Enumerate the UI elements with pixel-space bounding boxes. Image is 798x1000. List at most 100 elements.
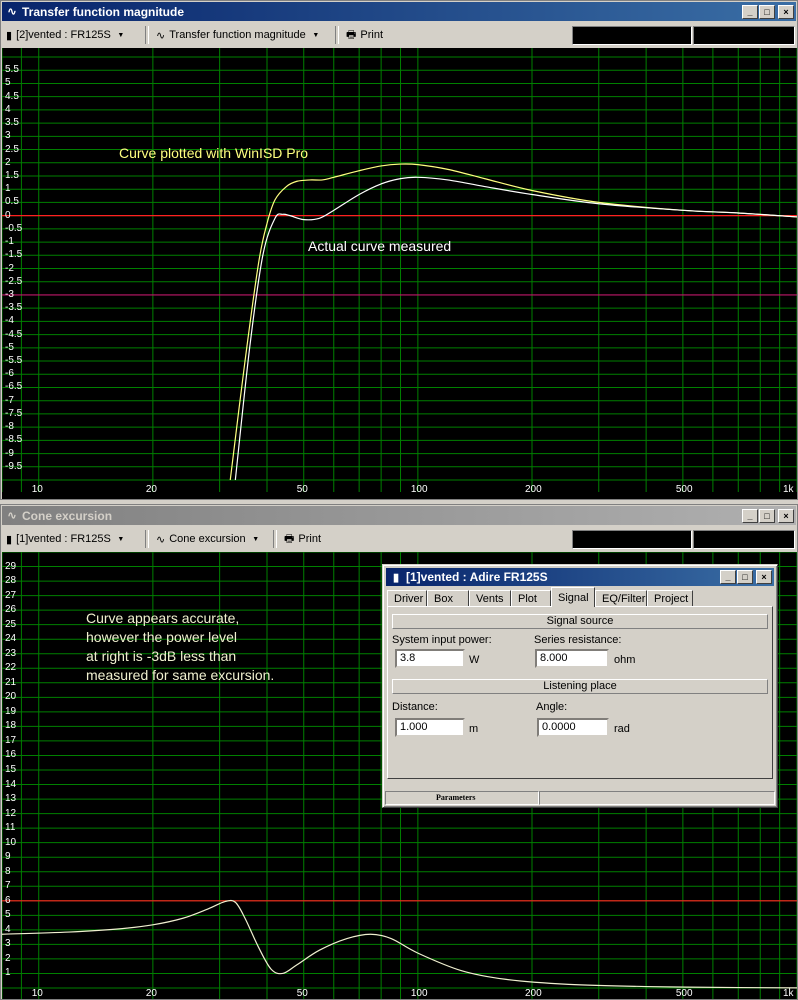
y-tick-label: 16 xyxy=(5,749,17,761)
angle-unit: rad xyxy=(614,723,630,735)
x-tick-label: 100 xyxy=(410,484,428,495)
y-tick-label: -1.5 xyxy=(5,249,23,261)
tab-vents[interactable]: Vents xyxy=(469,590,511,607)
minimize-button[interactable]: _ xyxy=(742,4,758,19)
y-tick-label: 18 xyxy=(5,720,17,732)
close-button[interactable]: × xyxy=(778,508,794,523)
tab-strip: Driver Box Vents Plot Signal EQ/Filter P… xyxy=(387,587,773,607)
y-tick-label: -4.5 xyxy=(5,328,23,340)
status-parameters: Parameters xyxy=(385,791,539,805)
y-tick-label: 19 xyxy=(5,705,17,717)
graph-toolbar: ▮ [1]vented : FR125S ▼ ∿ Cone excursion … xyxy=(2,527,796,551)
annotation-winisd: Curve plotted with WinISD Pro xyxy=(119,145,309,161)
x-tick-label: 1k xyxy=(783,484,794,495)
power-unit: W xyxy=(469,654,480,666)
x-tick-label: 50 xyxy=(296,988,308,999)
transfer-function-plot[interactable]: Curve plotted with WinISD Pro Actual cur… xyxy=(2,48,797,499)
maximize-button[interactable]: □ xyxy=(759,508,775,523)
x-tick-label: 500 xyxy=(675,484,693,495)
chevron-down-icon[interactable]: ▼ xyxy=(250,529,262,549)
tab-box[interactable]: Box xyxy=(427,590,469,607)
y-tick-label: 29 xyxy=(5,560,17,572)
y-tick-label: 5 xyxy=(5,909,11,921)
system-input-power-field[interactable]: 3.8 xyxy=(395,649,465,668)
y-tick-label: 0 xyxy=(5,209,11,221)
tab-project[interactable]: Project xyxy=(647,590,693,607)
y-tick-label: 5 xyxy=(5,77,11,89)
minimize-button[interactable]: _ xyxy=(742,508,758,523)
transfer-function-window[interactable]: ∿ Transfer function magnitude _ □ × ▮ [2… xyxy=(0,0,798,500)
y-tick-label: -5.5 xyxy=(5,355,23,367)
y-tick-label: -2 xyxy=(5,262,14,274)
y-tick-label: 5.5 xyxy=(5,64,19,76)
y-tick-label: 12 xyxy=(5,807,17,819)
series-resistance-label: Series resistance: xyxy=(534,634,622,646)
y-tick-label: -3.5 xyxy=(5,302,23,314)
y-tick-label: 9 xyxy=(5,851,11,863)
y-tick-label: -4 xyxy=(5,315,14,327)
parameters-dialog[interactable]: ▮ [1]vented : Adire FR125S _ □ × Driver … xyxy=(382,564,778,808)
y-tick-label: -6 xyxy=(5,368,14,380)
transfer-function-chart xyxy=(2,48,797,492)
close-button[interactable]: × xyxy=(756,570,772,584)
window-titlebar[interactable]: ∿ Cone excursion _ □ × xyxy=(2,506,796,525)
tab-eq-filter[interactable]: EQ/Filter xyxy=(595,590,647,607)
y-tick-label: -7.5 xyxy=(5,407,23,419)
y-tick-label: 20 xyxy=(5,691,17,703)
window-title: Transfer function magnitude xyxy=(22,4,185,19)
tab-plot[interactable]: Plot xyxy=(511,590,551,607)
signal-tab-pane: Signal source System input power: 3.8 W … xyxy=(387,606,773,779)
printer-icon: 🖶 xyxy=(284,532,295,545)
y-tick-label: 4.5 xyxy=(5,90,19,102)
graph-selector[interactable]: ∿ Cone excursion ▼ xyxy=(152,529,270,549)
speaker-icon: ▮ xyxy=(6,533,13,546)
y-tick-label: 1.5 xyxy=(5,169,19,181)
y-tick-label: -7 xyxy=(5,394,14,406)
y-tick-label: -8.5 xyxy=(5,434,23,446)
print-label: Print xyxy=(360,29,384,41)
maximize-button[interactable]: □ xyxy=(737,570,753,584)
graph-selector-value: Cone excursion xyxy=(169,533,246,545)
x-tick-label: 20 xyxy=(145,484,157,495)
tab-signal[interactable]: Signal xyxy=(551,587,595,607)
x-tick-label: 1k xyxy=(783,988,794,999)
maximize-button[interactable]: □ xyxy=(759,4,775,19)
y-tick-label: 25 xyxy=(5,618,17,630)
close-button[interactable]: × xyxy=(778,4,794,19)
y-tick-label: 22 xyxy=(5,662,17,674)
annotation-line-3: at right is -3dB less than xyxy=(86,648,237,664)
cursor-readout-2 xyxy=(693,26,795,45)
print-button[interactable]: 🖶 Print xyxy=(280,529,325,549)
dialog-titlebar[interactable]: ▮ [1]vented : Adire FR125S _ □ × xyxy=(386,568,774,586)
tab-driver[interactable]: Driver xyxy=(387,590,427,607)
project-selector[interactable]: ▮ [1]vented : FR125S ▼ xyxy=(2,529,142,549)
chevron-down-icon[interactable]: ▼ xyxy=(115,25,127,45)
angle-field[interactable]: 0.0000 xyxy=(537,718,609,737)
series-resistance-field[interactable]: 8.000 xyxy=(535,649,609,668)
chevron-down-icon[interactable]: ▼ xyxy=(115,529,127,549)
y-tick-label: 17 xyxy=(5,734,17,746)
y-tick-label: 6 xyxy=(5,894,11,906)
angle-label: Angle: xyxy=(536,701,568,713)
annotation-line-4: measured for same excursion. xyxy=(86,667,275,683)
dialog-statusbar: Parameters xyxy=(385,791,775,805)
chevron-down-icon[interactable]: ▼ xyxy=(310,25,322,45)
x-tick-label: 200 xyxy=(525,484,542,495)
y-tick-label: -6.5 xyxy=(5,381,23,393)
y-tick-label: -8 xyxy=(5,421,14,433)
minimize-button[interactable]: _ xyxy=(720,570,736,584)
project-selector[interactable]: ▮ [2]vented : FR125S ▼ xyxy=(2,25,142,45)
y-tick-label: 10 xyxy=(5,836,17,848)
project-selector-value: [2]vented : FR125S xyxy=(16,29,111,41)
status-empty xyxy=(539,791,775,805)
print-button[interactable]: 🖶 Print xyxy=(342,25,387,45)
window-titlebar[interactable]: ∿ Transfer function magnitude _ □ × xyxy=(2,2,796,21)
y-tick-label: 28 xyxy=(5,575,17,587)
distance-field[interactable]: 1.000 xyxy=(395,718,465,737)
graph-selector[interactable]: ∿ Transfer function magnitude ▼ xyxy=(152,25,332,45)
listening-place-header: Listening place xyxy=(392,679,768,694)
graph-toolbar: ▮ [2]vented : FR125S ▼ ∿ Transfer functi… xyxy=(2,23,796,47)
y-tick-label: 7 xyxy=(5,880,11,892)
y-tick-label: 14 xyxy=(5,778,17,790)
y-tick-label: 21 xyxy=(5,676,17,688)
